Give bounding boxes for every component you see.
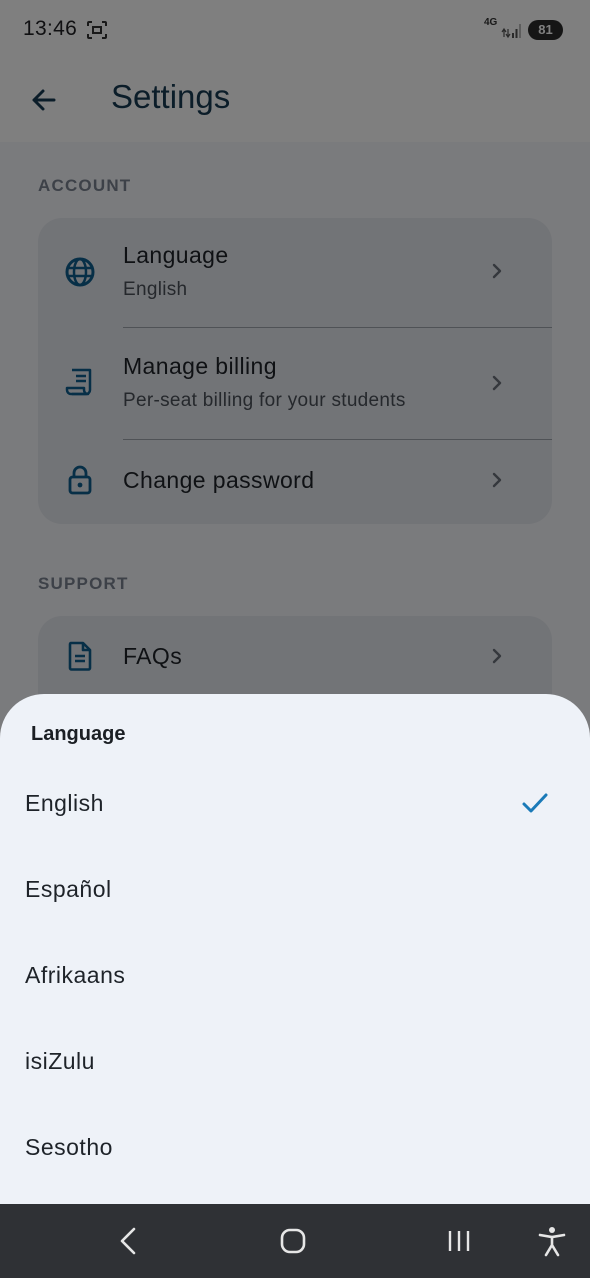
- language-option-label: isiZulu: [25, 1048, 95, 1074]
- language-option-isizulu[interactable]: isiZulu: [0, 1020, 590, 1106]
- language-option-label: Afrikaans: [25, 962, 126, 988]
- settings-screen: 13:46 4G 81 Settings ACCOUNT: [0, 0, 590, 1278]
- language-option-label: Español: [25, 876, 112, 902]
- accessibility-icon[interactable]: [535, 1224, 569, 1258]
- language-option-label: Sesotho: [25, 1134, 113, 1160]
- language-option-espanol[interactable]: Español: [0, 848, 590, 934]
- language-option-english[interactable]: English: [0, 762, 590, 848]
- checkmark-icon: [522, 793, 548, 813]
- language-option-label: English: [25, 790, 104, 816]
- recents-icon[interactable]: [442, 1224, 476, 1258]
- sheet-title: Language: [31, 723, 126, 745]
- language-bottom-sheet: Language English Español Afrikaans isiZu…: [0, 694, 590, 1204]
- system-nav-bar: [0, 1204, 590, 1278]
- language-option-afrikaans[interactable]: Afrikaans: [0, 934, 590, 1020]
- back-icon[interactable]: [112, 1224, 146, 1258]
- home-icon[interactable]: [276, 1224, 310, 1258]
- language-option-sesotho[interactable]: Sesotho: [0, 1106, 590, 1192]
